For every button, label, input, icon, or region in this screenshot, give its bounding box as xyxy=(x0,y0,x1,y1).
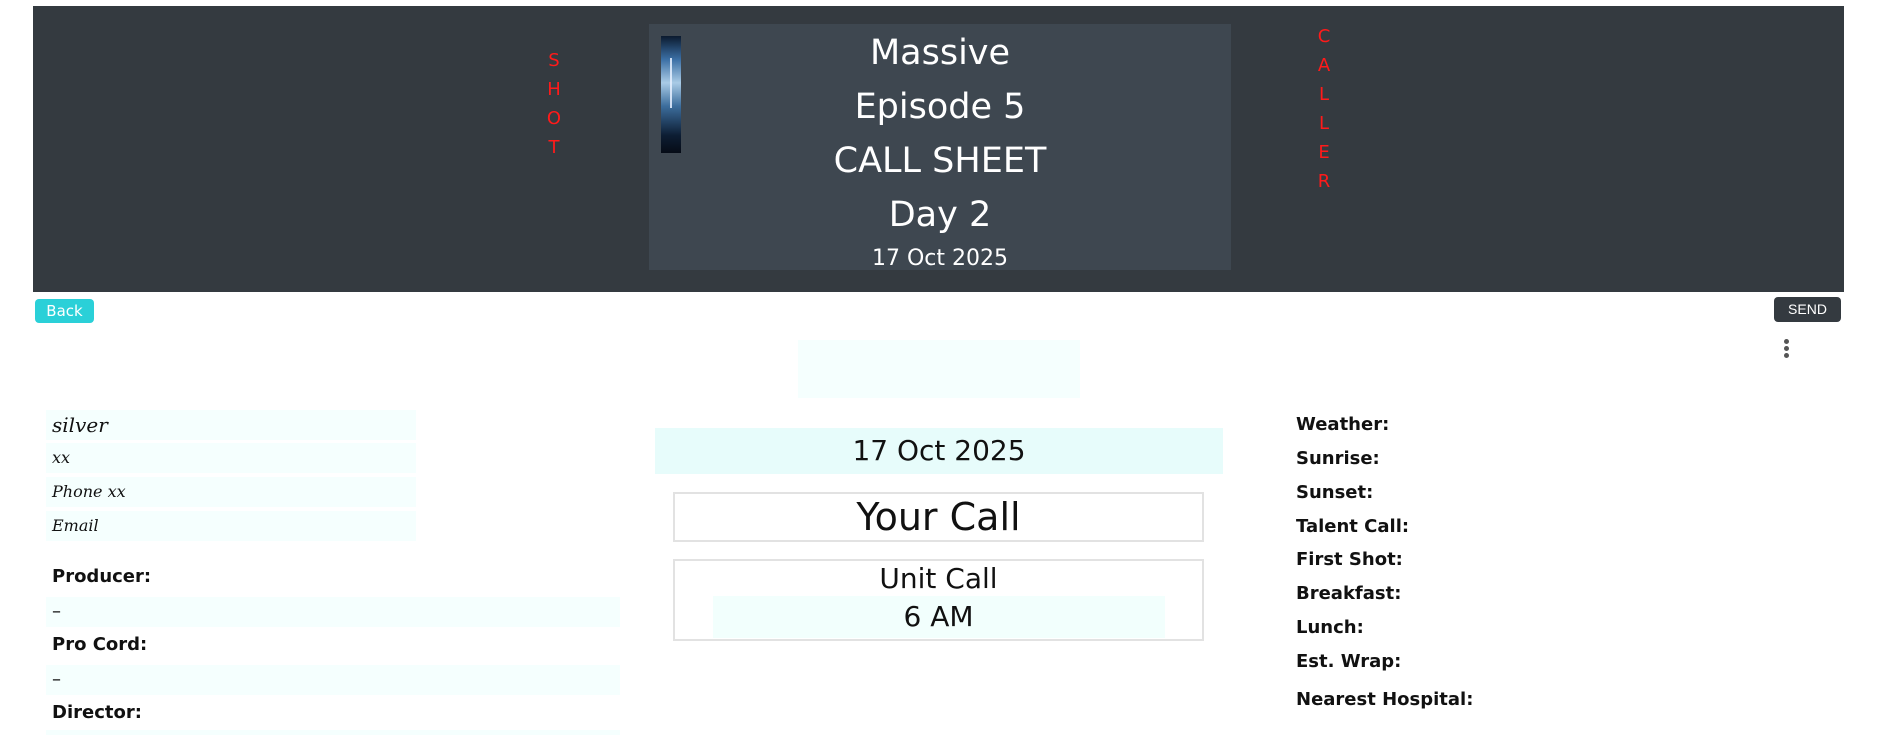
your-call-box: Your Call xyxy=(673,492,1204,542)
title-box: Massive Episode 5 CALL SHEET Day 2 17 Oc… xyxy=(649,24,1231,271)
caller-letter: E xyxy=(1318,142,1330,163)
breakfast-label: Breakfast: xyxy=(1296,583,1402,604)
pro-cord-label: Pro Cord: xyxy=(52,634,148,655)
director-field[interactable] xyxy=(46,730,620,735)
caller-letter: R xyxy=(1317,171,1331,192)
back-button[interactable]: Back xyxy=(35,299,94,323)
vertical-ellipsis-icon[interactable] xyxy=(1781,339,1791,361)
shot-vertical-label: S H O T xyxy=(544,46,564,162)
first-shot-label: First Shot: xyxy=(1296,549,1403,570)
contact-line-field[interactable]: xx xyxy=(46,443,416,473)
lunch-label: Lunch: xyxy=(1296,617,1364,638)
shot-letter: H xyxy=(547,79,561,100)
shot-letter: O xyxy=(546,108,562,129)
header-banner: S H O T Massive Episode 5 CALL SHEET Day… xyxy=(33,6,1844,292)
producer-label: Producer: xyxy=(52,566,152,587)
production-title: Massive xyxy=(869,33,1011,73)
contact-phone-field[interactable]: Phone xx xyxy=(46,477,416,507)
shot-letter: T xyxy=(548,137,560,158)
director-label: Director: xyxy=(52,702,142,723)
unit-call-box: Unit Call 6 AM xyxy=(673,559,1204,641)
header-date: 17 Oct 2025 xyxy=(871,246,1008,271)
send-button[interactable]: SEND xyxy=(1774,297,1841,322)
call-sheet-title: CALL SHEET xyxy=(833,141,1047,181)
pro-cord-field[interactable]: – xyxy=(46,665,620,695)
call-date: 17 Oct 2025 xyxy=(655,428,1223,474)
production-thumbnail-image xyxy=(661,36,681,153)
producer-field[interactable]: – xyxy=(46,597,620,627)
nearest-hospital-label: Nearest Hospital: xyxy=(1296,689,1474,710)
sunset-label: Sunset: xyxy=(1296,482,1374,503)
unit-call-label: Unit Call xyxy=(879,562,998,595)
sunrise-label: Sunrise: xyxy=(1296,448,1380,469)
shot-letter: S xyxy=(548,50,560,71)
caller-letter: L xyxy=(1318,84,1330,105)
contact-name-field[interactable]: silver xyxy=(46,410,416,440)
weather-label: Weather: xyxy=(1296,414,1390,435)
episode-title: Episode 5 xyxy=(854,87,1026,127)
caller-letter: A xyxy=(1317,55,1331,76)
day-title: Day 2 xyxy=(888,195,992,235)
unit-call-time-field[interactable]: 6 AM xyxy=(712,596,1165,638)
call-sheet-page: S H O T Massive Episode 5 CALL SHEET Day… xyxy=(0,0,1887,735)
talent-call-label: Talent Call: xyxy=(1296,516,1410,537)
caller-letter: L xyxy=(1318,113,1330,134)
est-wrap-label: Est. Wrap: xyxy=(1296,651,1402,672)
caller-letter: C xyxy=(1317,26,1331,47)
contact-email-field[interactable]: Email xyxy=(46,511,416,541)
logo-placeholder xyxy=(798,340,1080,398)
caller-vertical-label: C A L L E R xyxy=(1314,22,1334,196)
